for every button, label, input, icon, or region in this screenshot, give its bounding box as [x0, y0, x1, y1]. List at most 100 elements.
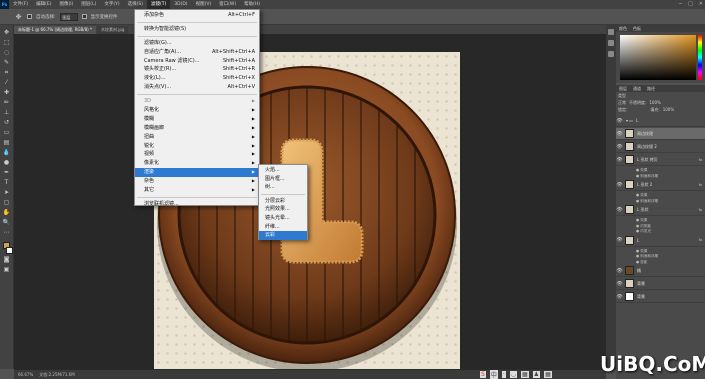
- visibility-eye-icon[interactable]: 👁: [616, 268, 623, 274]
- filter-menu-item[interactable]: 风格化 ▶: [135, 106, 259, 115]
- filter-menu-item[interactable]: 浏览联机滤镜...: [135, 200, 259, 209]
- menu-0[interactable]: 文件(F): [9, 0, 32, 9]
- filter-menu-item[interactable]: 添加杂色 Alt+Ctrl+F: [135, 11, 259, 20]
- visibility-eye-icon[interactable]: 👁: [616, 118, 623, 124]
- render-submenu-item[interactable]: 光照效果...: [259, 205, 307, 214]
- layer-effect-item[interactable]: ● 投影: [636, 259, 647, 265]
- eyedropper-tool-icon[interactable]: ⁄: [2, 79, 11, 87]
- filter-menu-item[interactable]: 自适应广角(A)... Alt+Shift+Ctrl+A: [135, 48, 259, 57]
- menu-4[interactable]: 文字(Y): [100, 0, 123, 9]
- render-submenu-item[interactable]: 云彩: [259, 231, 307, 240]
- visibility-eye-icon[interactable]: 👁: [616, 182, 623, 188]
- layer-row[interactable]: 👁 背景: [616, 278, 705, 290]
- layer-row[interactable]: 👁 L 形状 拷贝 fx: [616, 154, 705, 166]
- layer-name[interactable]: 桶: [637, 268, 641, 274]
- filter-menu-item[interactable]: 扭曲 ▶: [135, 133, 259, 142]
- show-transform-checkbox[interactable]: [81, 14, 87, 19]
- quick-mask-icon[interactable]: ◙: [2, 256, 11, 264]
- auto-select-checkbox[interactable]: [27, 14, 32, 19]
- opacity-value[interactable]: 100%: [649, 99, 660, 106]
- kind-filter[interactable]: 类型: [618, 92, 626, 99]
- adjustments-panel-icon[interactable]: [608, 51, 614, 57]
- quick-select-tool-icon[interactable]: ✎: [2, 59, 11, 67]
- auto-select-dropdown[interactable]: 图层: [59, 12, 78, 21]
- maximize-button[interactable]: □: [688, 0, 693, 9]
- visibility-eye-icon[interactable]: 👁: [616, 131, 623, 137]
- visibility-eye-icon[interactable]: 👁: [616, 237, 623, 243]
- fill-value[interactable]: 100%: [663, 106, 674, 113]
- filter-menu-item[interactable]: 转换为智能滤镜(S): [135, 25, 259, 34]
- blur-tool-icon[interactable]: 💧: [2, 149, 11, 157]
- layer-name[interactable]: L: [637, 238, 639, 243]
- visibility-eye-icon[interactable]: 👁: [616, 207, 623, 213]
- filter-menu-item[interactable]: 视频 ▶: [135, 150, 259, 159]
- menu-2[interactable]: 图像(I): [55, 0, 77, 9]
- layer-fx-icon[interactable]: fx: [699, 208, 702, 212]
- menu-8[interactable]: 视图(V): [192, 0, 216, 9]
- visibility-eye-icon[interactable]: 👁: [616, 294, 623, 300]
- layer-name[interactable]: 背景: [637, 281, 645, 287]
- filter-menu-item[interactable]: 消失点(V)... Alt+Ctrl+V: [135, 83, 259, 92]
- layer-name[interactable]: 周边纹理 2: [637, 144, 657, 150]
- hand-tool-icon[interactable]: ✋: [2, 209, 11, 217]
- menu-5[interactable]: 选择(S): [124, 0, 147, 9]
- layer-name[interactable]: 周边纹理: [637, 131, 653, 137]
- layer-name[interactable]: 背景: [637, 294, 645, 300]
- filter-menu-item[interactable]: Camera Raw 滤镜(C)... Shift+Ctrl+A: [135, 57, 259, 66]
- filter-menu-item[interactable]: 滤镜库(G)...: [135, 39, 259, 48]
- menu-9[interactable]: 窗口(W): [215, 0, 240, 9]
- filter-menu-item[interactable]: 锐化 ▶: [135, 142, 259, 151]
- filter-menu-item[interactable]: 模糊画廊 ▶: [135, 124, 259, 133]
- background-color-swatch[interactable]: [5, 247, 13, 254]
- canvas-area[interactable]: [14, 34, 606, 370]
- color-picker-field[interactable]: [620, 35, 696, 80]
- tab-document-2[interactable]: 木纹素材.jpg: [96, 26, 129, 34]
- filter-menu-item[interactable]: 像素化 ▶: [135, 159, 259, 168]
- screen-mode-icon[interactable]: ▣: [2, 266, 11, 274]
- menu-7[interactable]: 3D(D): [170, 0, 191, 9]
- visibility-eye-icon[interactable]: 👁: [616, 281, 623, 287]
- tab-document-1[interactable]: 未标题-1 @ 66.7% (周边纹理, RGB/8) *: [14, 26, 96, 34]
- brush-tool-icon[interactable]: ✏: [2, 99, 11, 107]
- tray-icon[interactable]: S: [480, 370, 486, 378]
- tab-swatches[interactable]: 色板: [630, 25, 644, 32]
- tray-icon[interactable]: 中: [489, 369, 498, 379]
- pen-tool-icon[interactable]: ✒: [2, 169, 11, 177]
- zoom-tool-icon[interactable]: 🔍: [2, 219, 11, 227]
- eraser-tool-icon[interactable]: ▭: [2, 129, 11, 137]
- type-tool-icon[interactable]: T: [2, 179, 11, 187]
- history-brush-tool-icon[interactable]: ↺: [2, 119, 11, 127]
- layer-effect-item[interactable]: ● 内发光: [636, 228, 651, 234]
- filter-menu-item[interactable]: 其它 ▶: [135, 186, 259, 195]
- filter-menu-item[interactable]: 3D ▶: [135, 97, 259, 106]
- gradient-tool-icon[interactable]: ▤: [2, 139, 11, 147]
- menu-6[interactable]: 滤镜(T): [146, 0, 171, 9]
- filter-menu-item[interactable]: 模糊 ▶: [135, 115, 259, 124]
- filter-menu-item[interactable]: 杂色 ▶: [135, 177, 259, 186]
- filter-menu-item[interactable]: 液化(L)... Shift+Ctrl+X: [135, 74, 259, 83]
- tab-color[interactable]: 颜色: [616, 25, 630, 32]
- clone-stamp-tool-icon[interactable]: ⊥: [2, 109, 11, 117]
- render-submenu-item[interactable]: 纤维...: [259, 223, 307, 232]
- blend-mode-select[interactable]: 正常: [618, 99, 626, 106]
- path-select-tool-icon[interactable]: ➤: [2, 189, 11, 197]
- layer-name[interactable]: L 形状 拷贝: [637, 157, 658, 163]
- layer-name[interactable]: L: [636, 118, 638, 123]
- shape-tool-icon[interactable]: ▢: [2, 199, 11, 207]
- layer-name[interactable]: L 形状: [637, 207, 649, 213]
- layer-row[interactable]: 👁 背景: [616, 291, 705, 303]
- dodge-tool-icon[interactable]: ●: [2, 159, 11, 167]
- render-submenu-item[interactable]: 镜头光晕...: [259, 214, 307, 223]
- tray-icon[interactable]: ◡: [509, 370, 517, 378]
- marquee-tool-icon[interactable]: ⬚: [2, 39, 11, 47]
- tray-icon[interactable]: ▦: [521, 370, 529, 378]
- crop-tool-icon[interactable]: ⌗: [2, 69, 11, 77]
- layer-fx-icon[interactable]: fx: [699, 238, 702, 242]
- properties-panel-icon[interactable]: [608, 40, 614, 46]
- close-button[interactable]: ✕: [699, 0, 703, 9]
- menu-3[interactable]: 图层(L): [77, 0, 100, 9]
- hue-slider[interactable]: [698, 35, 702, 80]
- layer-row[interactable]: 👁 L 形状 fx: [616, 204, 705, 216]
- more-tools-icon[interactable]: ⋯: [2, 229, 11, 237]
- layer-name[interactable]: L 形状 2: [637, 182, 652, 188]
